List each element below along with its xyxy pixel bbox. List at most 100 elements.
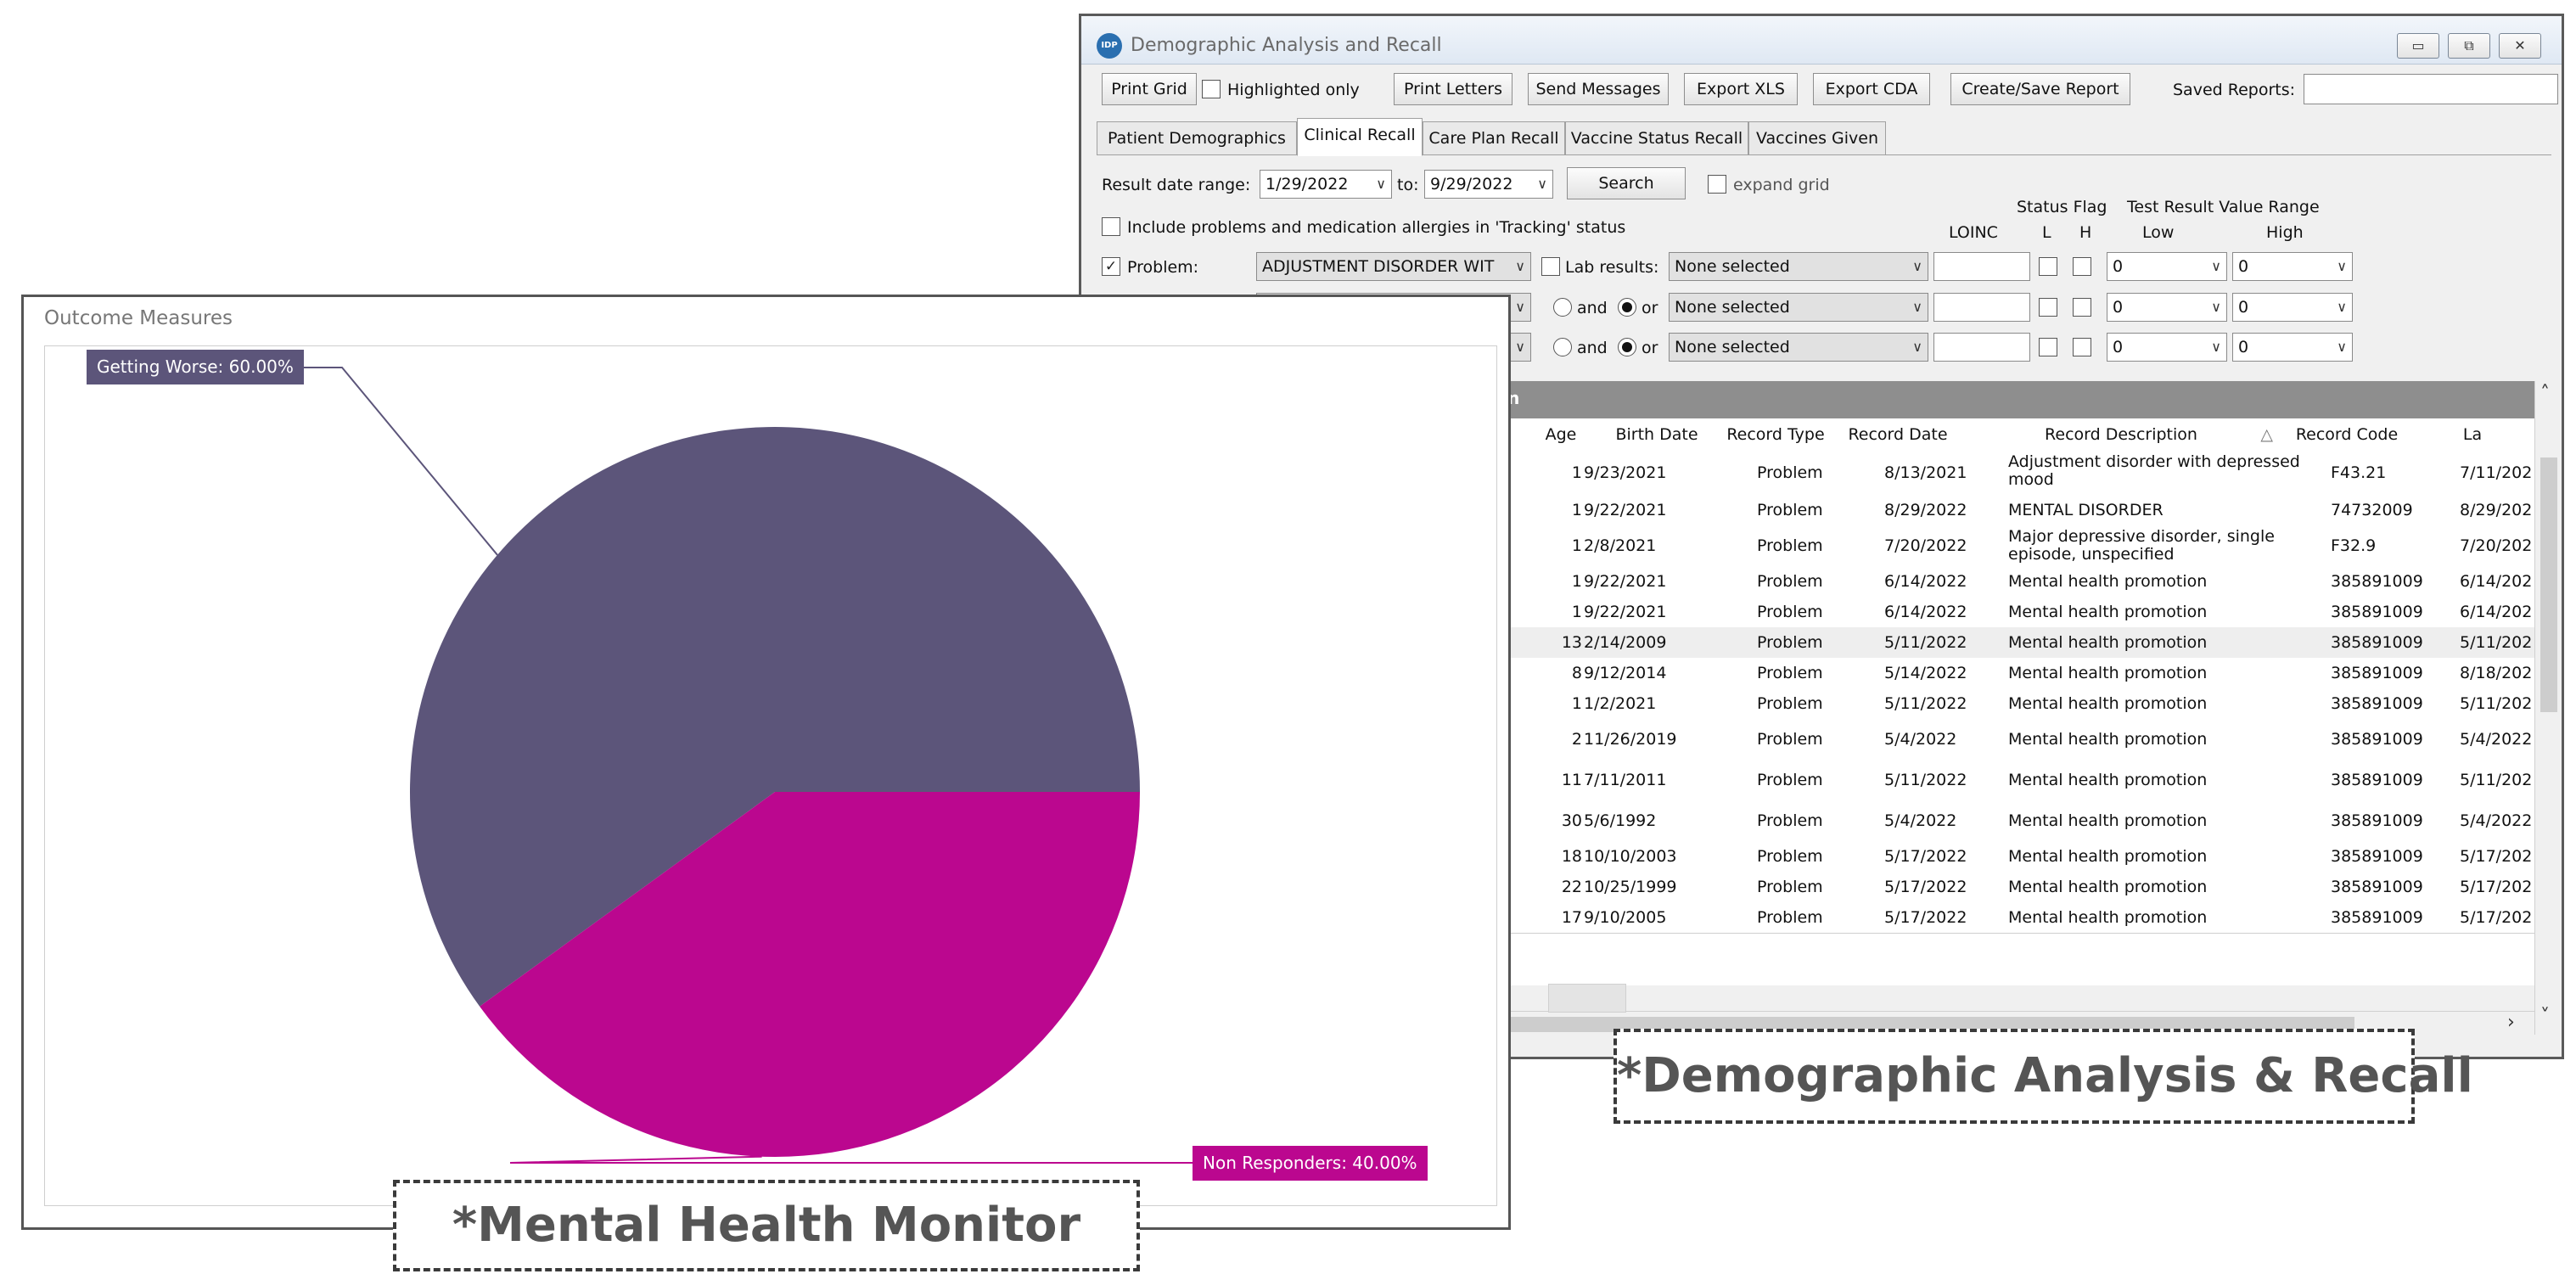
cell-desc: Mental health promotion (2008, 847, 2208, 866)
scroll-right-icon[interactable]: › (2507, 1012, 2515, 1033)
send-messages-button[interactable]: Send Messages (1528, 73, 1669, 105)
cell-type: Problem (1757, 847, 1823, 866)
column-header-record-type[interactable]: Record Type (1715, 418, 1838, 451)
cell-type: Problem (1757, 878, 1823, 896)
flag-l-checkbox-1[interactable] (2039, 257, 2057, 276)
scroll-down-icon[interactable]: ˅ (2540, 1006, 2550, 1027)
loinc-input-1[interactable] (1933, 252, 2030, 281)
cell-age: 13 (1561, 633, 1582, 652)
cell-code: 385891009 (2331, 847, 2423, 866)
vertical-scroll-thumb[interactable] (2540, 457, 2557, 712)
create-save-report-button[interactable]: Create/Save Report (1950, 73, 2130, 105)
cell-desc: Mental health promotion (2008, 730, 2208, 749)
saved-reports-label: Saved Reports: (2173, 81, 2296, 99)
cell-age: 1 (1571, 694, 1582, 713)
low-header: Low (2142, 223, 2175, 242)
cell-age: 30 (1561, 811, 1582, 830)
cell-birth: 9/22/2021 (1584, 603, 1667, 621)
search-button[interactable]: Search (1567, 167, 1686, 199)
high-combo-2[interactable]: 0 ∨ (2232, 293, 2353, 322)
cell-last: 6/14/202 (2460, 603, 2533, 621)
saved-reports-combo[interactable] (2304, 74, 2558, 104)
problem-value: ADJUSTMENT DISORDER WIT (1262, 257, 1495, 276)
close-button[interactable]: ✕ (2499, 33, 2541, 59)
cell-type: Problem (1757, 463, 1823, 482)
tab-care-plan-recall[interactable]: Care Plan Recall (1423, 121, 1565, 155)
vertical-scrollbar[interactable]: ˄ ˅ (2534, 381, 2562, 1035)
and-radio-2[interactable] (1553, 298, 1572, 317)
cell-date: 6/14/2022 (1884, 603, 1967, 621)
export-cda-button[interactable]: Export CDA (1813, 73, 1930, 105)
flag-h-checkbox-2[interactable] (2073, 298, 2091, 317)
loinc-input-2[interactable] (1933, 293, 2030, 322)
tab-vaccines-given[interactable]: Vaccines Given (1748, 121, 1886, 155)
column-header-last[interactable]: La (2410, 418, 2535, 451)
highlighted-only-label: Highlighted only (1227, 81, 1360, 99)
flag-h-header: H (2079, 223, 2092, 242)
cell-date: 5/14/2022 (1884, 664, 1967, 682)
tab-vaccine-status-recall[interactable]: Vaccine Status Recall (1565, 121, 1748, 155)
cell-desc: Mental health promotion (2008, 908, 2208, 927)
column-header-birth-date[interactable]: Birth Date (1599, 418, 1715, 451)
cell-type: Problem (1757, 664, 1823, 682)
test-result-range-header: Test Result Value Range (2127, 198, 2320, 216)
cell-type: Problem (1757, 603, 1823, 621)
column-header-record-description[interactable]: Record Description △ (1959, 418, 2284, 451)
tab-clinical-recall[interactable]: Clinical Recall (1297, 118, 1423, 156)
chevron-down-icon: ∨ (1912, 339, 1922, 355)
cell-last: 8/29/202 (2460, 501, 2533, 519)
problem-checkbox[interactable]: ✓ (1102, 257, 1120, 276)
cell-last: 5/11/202 (2460, 694, 2533, 713)
from-date-picker[interactable]: 1/29/2022 ∨ (1260, 170, 1392, 199)
export-xls-button[interactable]: Export XLS (1684, 73, 1798, 105)
print-grid-button[interactable]: Print Grid (1102, 73, 1197, 105)
lab-results-combo-3[interactable]: None selected ∨ (1669, 333, 1928, 362)
scroll-up-icon[interactable]: ˄ (2540, 383, 2550, 404)
or-radio-3[interactable] (1618, 338, 1636, 356)
highlighted-only-checkbox[interactable] (1202, 80, 1221, 98)
low-combo-1[interactable]: 0 ∨ (2107, 252, 2227, 281)
loinc-input-3[interactable] (1933, 333, 2030, 362)
lab-results-checkbox[interactable] (1541, 257, 1560, 276)
expand-grid-label: expand grid (1733, 176, 1830, 194)
cell-desc: Mental health promotion (2008, 633, 2208, 652)
cell-date: 5/4/2022 (1884, 811, 1957, 830)
minimize-button[interactable]: ▭ (2397, 33, 2439, 59)
flag-l-checkbox-3[interactable] (2039, 338, 2057, 356)
low-combo-2[interactable]: 0 ∨ (2107, 293, 2227, 322)
high-combo-1[interactable]: 0 ∨ (2232, 252, 2353, 281)
column-header-record-date[interactable]: Record Date (1837, 418, 1960, 451)
flag-h-checkbox-1[interactable] (2073, 257, 2091, 276)
flag-l-header: L (2042, 223, 2051, 242)
flag-l-checkbox-2[interactable] (2039, 298, 2057, 317)
expand-grid-checkbox[interactable] (1708, 175, 1726, 194)
and-label-2: and (1577, 299, 1608, 317)
column-header-age[interactable]: Age (1523, 418, 1600, 451)
column-header-record-code[interactable]: Record Code (2283, 418, 2411, 451)
or-radio-2[interactable] (1618, 298, 1636, 317)
tab-patient-demographics[interactable]: Patient Demographics (1097, 121, 1297, 155)
outcome-measures-panel: Outcome Measures Getting Worse: 60.00% N… (21, 295, 1511, 1230)
cell-date: 5/11/2022 (1884, 771, 1967, 789)
cell-birth: 10/10/2003 (1584, 847, 1677, 866)
pie-chart (194, 367, 1193, 1164)
problem-combo[interactable]: ADJUSTMENT DISORDER WIT ∨ (1256, 252, 1531, 281)
include-problems-checkbox[interactable] (1102, 217, 1120, 236)
cell-birth: 2/8/2021 (1584, 536, 1657, 555)
lab-results-combo-2[interactable]: None selected ∨ (1669, 293, 1928, 322)
cell-date: 7/20/2022 (1884, 536, 1967, 555)
cell-birth: 11/26/2019 (1584, 730, 1677, 749)
lab-results-combo-1[interactable]: None selected ∨ (1669, 252, 1928, 281)
and-radio-3[interactable] (1553, 338, 1572, 356)
cell-desc: Mental health promotion (2008, 878, 2208, 896)
cell-code: F32.9 (2331, 536, 2377, 555)
lab-results-value: None selected (1675, 298, 1790, 317)
flag-h-checkbox-3[interactable] (2073, 338, 2091, 356)
print-letters-button[interactable]: Print Letters (1394, 73, 1512, 105)
to-date-picker[interactable]: 9/29/2022 ∨ (1424, 170, 1553, 199)
cell-birth: 9/23/2021 (1584, 463, 1667, 482)
high-combo-3[interactable]: 0 ∨ (2232, 333, 2353, 362)
chevron-down-icon: ∨ (2211, 258, 2221, 274)
low-combo-3[interactable]: 0 ∨ (2107, 333, 2227, 362)
restore-button[interactable]: ⧉ (2448, 33, 2490, 59)
